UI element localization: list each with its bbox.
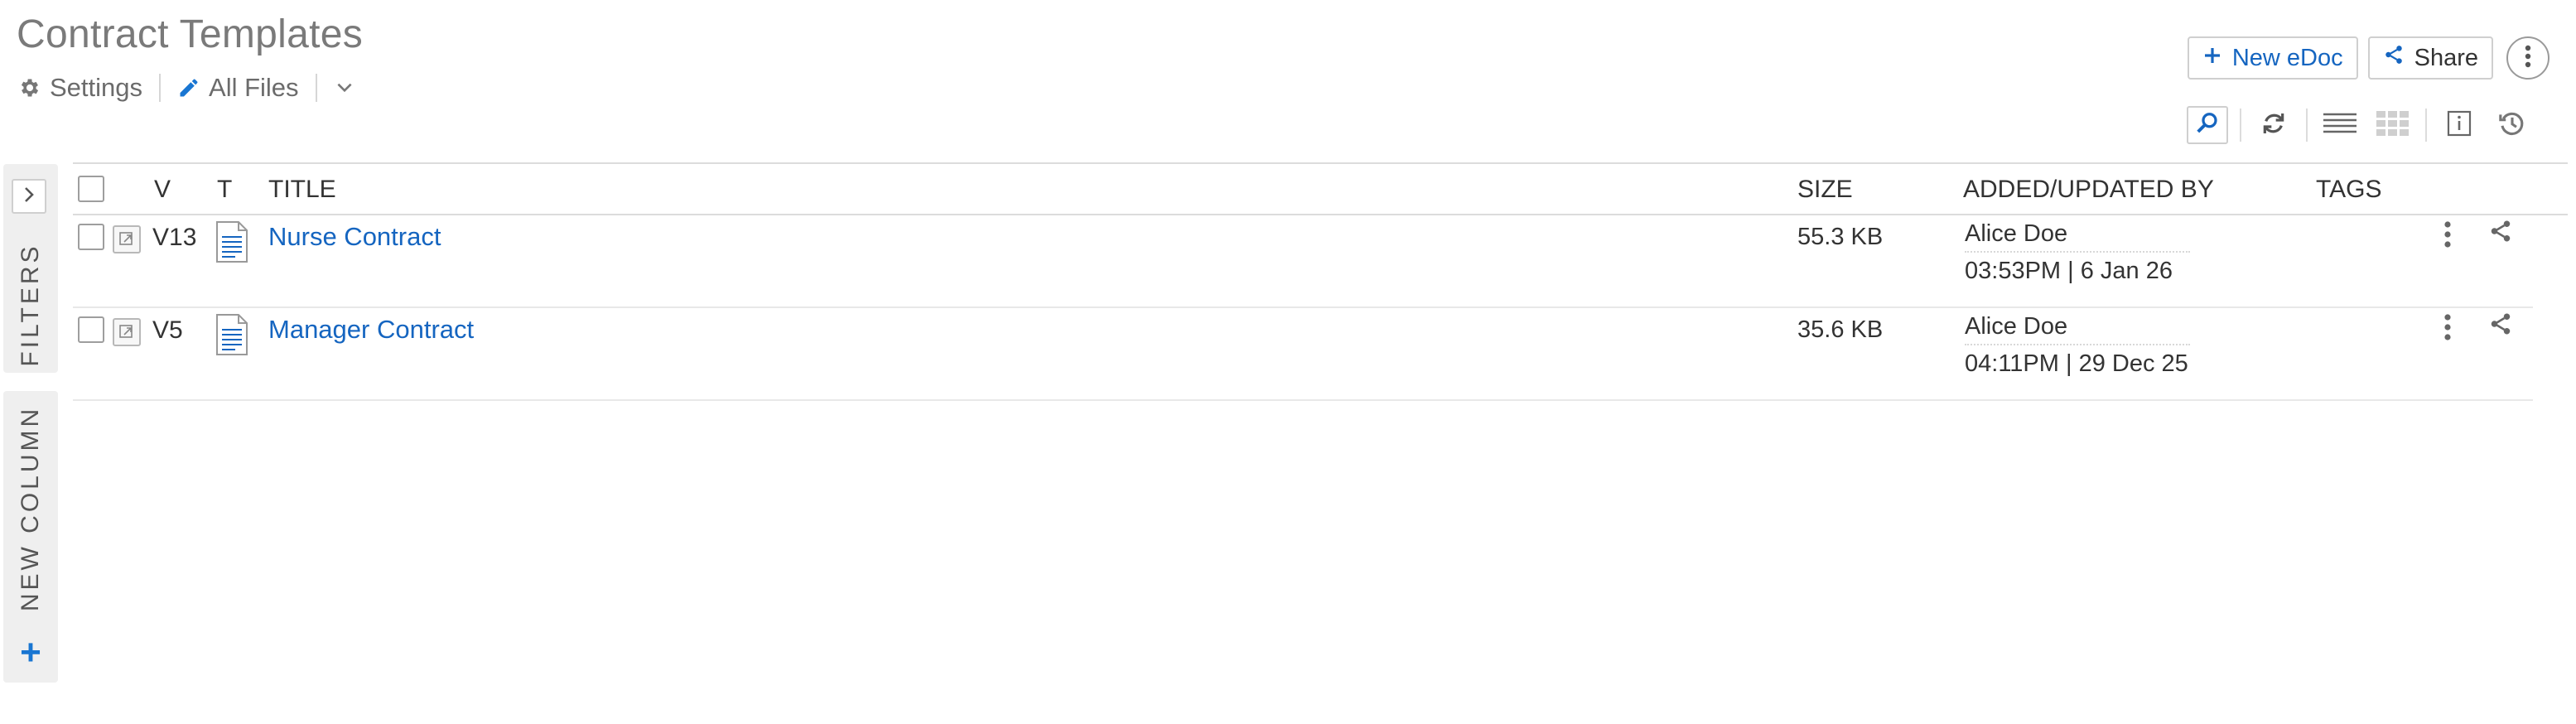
linked-doc-icon[interactable] <box>113 225 141 253</box>
added-by-cell: Alice Doe 03:53PM | 6 Jan 26 <box>1965 220 2190 285</box>
view-label: All Files <box>209 73 299 102</box>
column-header-added-by[interactable]: ADDED/UPDATED BY <box>1963 176 2214 204</box>
grid-view-icon <box>2376 110 2410 140</box>
updated-time: 03:53PM | 6 Jan 26 <box>1965 258 2173 284</box>
expand-filters-button[interactable] <box>12 179 46 214</box>
new-column-label: NEW COLUMN <box>17 405 44 612</box>
more-options-button[interactable] <box>2506 36 2549 80</box>
refresh-button[interactable] <box>2253 106 2294 144</box>
files-table: V T TITLE SIZE ADDED/UPDATED BY TAGS V13… <box>73 162 2568 401</box>
updated-time: 04:11PM | 29 Dec 25 <box>1965 350 2188 377</box>
file-title-link[interactable]: Nurse Contract <box>268 222 441 252</box>
filters-tab[interactable]: FILTERS <box>3 164 58 373</box>
divider <box>315 74 317 102</box>
list-view-icon <box>2323 112 2357 139</box>
history-button[interactable] <box>2492 106 2533 144</box>
refresh-icon <box>2260 110 2287 141</box>
file-size: 35.6 KB <box>1797 316 1884 343</box>
file-title-link[interactable]: Manager Contract <box>268 315 474 345</box>
author-name: Alice Doe <box>1965 313 2190 345</box>
settings-link[interactable]: Settings <box>18 73 142 103</box>
file-size: 55.3 KB <box>1797 224 1884 250</box>
page-title: Contract Templates <box>17 12 364 56</box>
table-header: V T TITLE SIZE ADDED/UPDATED BY TAGS <box>73 162 2568 215</box>
info-button[interactable] <box>2439 106 2480 144</box>
plus-icon <box>2202 45 2222 72</box>
divider <box>159 74 162 102</box>
list-view-button[interactable] <box>2319 106 2361 144</box>
chevron-right-icon <box>21 185 37 209</box>
search-button[interactable] <box>2187 106 2228 144</box>
plus-icon: + <box>20 632 41 673</box>
row-share-icon[interactable] <box>2488 311 2513 340</box>
version-label: V13 <box>152 224 197 251</box>
info-icon <box>2447 110 2472 141</box>
table-row: V5 Manager Contract 35.6 KB Alice Doe 04… <box>73 308 2533 401</box>
share-label: Share <box>2414 44 2478 71</box>
added-by-cell: Alice Doe 04:11PM | 29 Dec 25 <box>1965 313 2190 378</box>
divider <box>2240 109 2241 142</box>
pencil-icon <box>177 76 200 99</box>
chevron-down-icon[interactable] <box>334 77 355 99</box>
column-header-version[interactable]: V <box>154 176 171 204</box>
search-icon <box>2195 111 2220 140</box>
header-actions: New eDoc Share <box>2187 36 2549 80</box>
side-panel: FILTERS NEW COLUMN + <box>3 164 58 683</box>
row-more-icon[interactable] <box>2443 220 2452 253</box>
settings-label: Settings <box>50 73 143 102</box>
author-name: Alice Doe <box>1965 220 2190 253</box>
share-icon <box>2383 44 2405 72</box>
column-header-type[interactable]: T <box>217 176 232 204</box>
linked-doc-icon[interactable] <box>113 318 141 346</box>
vertical-dots-icon <box>2525 45 2531 72</box>
document-icon <box>214 313 250 360</box>
filters-label: FILTERS <box>17 243 44 367</box>
column-header-title[interactable]: TITLE <box>268 176 336 204</box>
grid-view-button[interactable] <box>2372 106 2414 144</box>
new-column-tab[interactable]: NEW COLUMN + <box>3 391 58 683</box>
divider <box>2306 109 2308 142</box>
version-label: V5 <box>152 316 183 344</box>
view-selector[interactable]: All Files <box>177 73 299 103</box>
select-all-checkbox[interactable] <box>78 176 104 202</box>
document-icon <box>214 220 250 268</box>
column-header-tags[interactable]: TAGS <box>2316 176 2381 204</box>
row-more-icon[interactable] <box>2443 313 2452 345</box>
subnav: Settings All Files <box>18 71 355 104</box>
row-checkbox[interactable] <box>78 316 104 343</box>
share-button[interactable]: Share <box>2367 36 2493 80</box>
divider <box>2425 109 2427 142</box>
column-header-size[interactable]: SIZE <box>1797 176 1853 204</box>
row-checkbox[interactable] <box>78 224 104 250</box>
history-icon <box>2498 109 2526 142</box>
row-share-icon[interactable] <box>2488 219 2513 248</box>
new-edoc-label: New eDoc <box>2231 44 2343 71</box>
view-toolbar <box>2187 106 2533 144</box>
table-row: V13 Nurse Contract 55.3 KB Alice Doe 03:… <box>73 215 2533 308</box>
gear-icon <box>18 76 41 99</box>
new-edoc-button[interactable]: New eDoc <box>2187 36 2358 80</box>
